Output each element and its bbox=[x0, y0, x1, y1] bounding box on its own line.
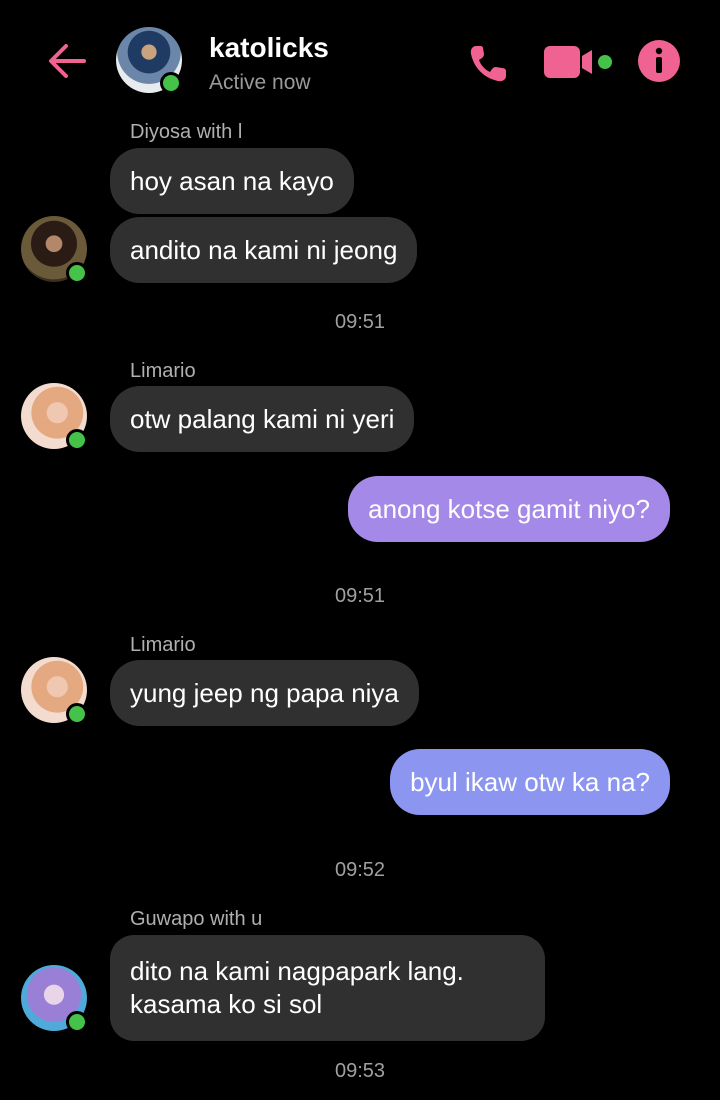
chat-header: katolicks Active now bbox=[0, 0, 720, 118]
sender-name: Diyosa with l bbox=[130, 121, 243, 143]
timestamp: 09:52 bbox=[334, 859, 386, 881]
online-indicator bbox=[66, 429, 88, 451]
online-indicator bbox=[66, 1011, 88, 1033]
video-call-icon[interactable] bbox=[543, 44, 615, 80]
info-icon[interactable] bbox=[637, 39, 681, 83]
timestamp: 09:51 bbox=[334, 311, 386, 333]
message-bubble[interactable]: hoy asan na kayo bbox=[110, 148, 354, 214]
message-bubble[interactable]: andito na kami ni jeong bbox=[110, 217, 418, 283]
contact-name[interactable]: katolicks bbox=[209, 32, 329, 64]
sender-name: Limario bbox=[130, 634, 196, 656]
contact-status: Active now bbox=[209, 71, 311, 94]
message-bubble[interactable]: yung jeep ng papa niya bbox=[110, 660, 419, 726]
message-bubble[interactable]: otw palang kami ni yeri bbox=[110, 386, 415, 452]
sender-name: Limario bbox=[130, 360, 196, 382]
online-indicator bbox=[160, 72, 182, 94]
timestamp: 09:53 bbox=[334, 1060, 386, 1082]
my-message-bubble[interactable]: anong kotse gamit niyo? bbox=[348, 476, 670, 542]
timestamp: 09:51 bbox=[334, 585, 386, 607]
sender-name: Guwapo with u bbox=[130, 908, 263, 930]
back-arrow-icon[interactable] bbox=[44, 38, 90, 84]
my-message-bubble[interactable]: byul ikaw otw ka na? bbox=[390, 749, 670, 815]
online-indicator bbox=[66, 703, 88, 725]
phone-call-icon[interactable] bbox=[466, 40, 512, 86]
online-indicator bbox=[66, 262, 88, 284]
message-bubble[interactable]: dito na kami nagpapark lang. kasama ko si… bbox=[110, 935, 545, 1041]
